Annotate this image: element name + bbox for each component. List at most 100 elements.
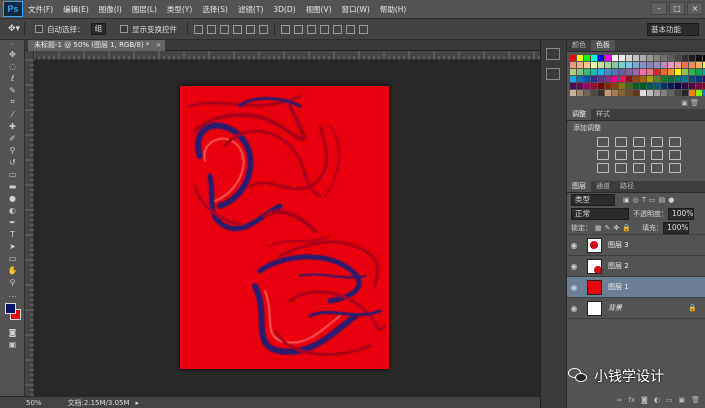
screen-mode-icon[interactable]: ▣ (0, 338, 25, 350)
color-swatch[interactable] (696, 90, 702, 96)
blend-mode-dropdown[interactable]: 正常 (571, 208, 629, 220)
color-swatch[interactable] (668, 90, 674, 96)
tab-color[interactable]: 颜色 (567, 40, 591, 51)
color-swatch[interactable] (661, 83, 667, 89)
color-swatch[interactable] (633, 62, 639, 68)
clone-stamp-icon[interactable]: ⚲ (0, 144, 25, 156)
layer-name[interactable]: 图层 3 (608, 240, 705, 250)
color-swatch[interactable] (577, 55, 583, 61)
minimize-button[interactable]: – (651, 2, 667, 15)
color-swatch[interactable] (675, 83, 681, 89)
color-swatch[interactable] (661, 62, 667, 68)
gradient-tool-icon[interactable]: ▬ (0, 180, 25, 192)
color-swatch[interactable] (654, 83, 660, 89)
path-select-tool-icon[interactable]: ➤ (0, 240, 25, 252)
color-swatch[interactable] (640, 55, 646, 61)
invert-icon[interactable] (597, 163, 609, 173)
tab-adjustments[interactable]: 调整 (567, 109, 591, 120)
color-swatch[interactable] (654, 62, 660, 68)
color-swatch[interactable] (612, 55, 618, 61)
color-swatch[interactable] (584, 90, 590, 96)
color-swatch[interactable] (626, 83, 632, 89)
color-swatch[interactable] (619, 62, 625, 68)
color-swatch[interactable] (577, 62, 583, 68)
color-swatch[interactable] (696, 55, 702, 61)
marquee-tool-icon[interactable]: ◌ (0, 60, 25, 72)
show-transform-checkbox[interactable] (120, 25, 129, 33)
color-swatch[interactable] (591, 69, 597, 75)
color-swatch[interactable] (612, 90, 618, 96)
color-swatch[interactable] (654, 55, 660, 61)
color-swatch[interactable] (682, 69, 688, 75)
quick-select-tool-icon[interactable]: ✎ (0, 84, 25, 96)
color-swatch[interactable] (647, 76, 653, 82)
color-swatch[interactable] (647, 62, 653, 68)
distribute-vcenter-icon[interactable] (294, 24, 304, 34)
vibrance-icon[interactable] (669, 137, 681, 147)
document-info[interactable]: 文档:2.15M/3.05M (68, 398, 130, 408)
brush-tool-icon[interactable]: ✐ (0, 132, 25, 144)
color-swatch[interactable] (626, 90, 632, 96)
color-swatch[interactable] (619, 76, 625, 82)
auto-align-icon[interactable] (359, 24, 369, 34)
color-swatch[interactable] (689, 69, 695, 75)
selective-color-icon[interactable] (669, 163, 681, 173)
color-swatch[interactable] (675, 76, 681, 82)
color-swatch[interactable] (682, 55, 688, 61)
color-swatch[interactable] (647, 83, 653, 89)
menu-select[interactable]: 选择(S) (197, 4, 233, 15)
exposure-icon[interactable] (651, 137, 663, 147)
color-swatch[interactable] (605, 90, 611, 96)
eraser-tool-icon[interactable]: ▭ (0, 168, 25, 180)
lock-icons[interactable]: ▦✎✥🔒 (595, 224, 634, 232)
color-swatch[interactable] (591, 90, 597, 96)
color-swatch[interactable] (661, 76, 667, 82)
color-swatch[interactable] (619, 55, 625, 61)
type-tool-icon[interactable]: T (0, 228, 25, 240)
link-layers-icon[interactable]: ∞ (617, 396, 623, 406)
color-swatch[interactable] (633, 76, 639, 82)
menu-window[interactable]: 窗口(W) (337, 4, 375, 15)
color-swatch[interactable] (682, 83, 688, 89)
color-swatch[interactable] (689, 90, 695, 96)
posterize-icon[interactable] (615, 163, 627, 173)
color-swatch[interactable] (570, 69, 576, 75)
color-swatch[interactable] (675, 69, 681, 75)
tab-channels[interactable]: 通道 (591, 181, 615, 192)
foreground-color-swatch[interactable] (5, 303, 16, 314)
color-swatch[interactable] (633, 83, 639, 89)
shape-tool-icon[interactable]: ▭ (0, 252, 25, 264)
color-swatch[interactable] (591, 76, 597, 82)
color-swatch[interactable] (619, 90, 625, 96)
tab-swatches[interactable]: 色板 (591, 40, 615, 51)
hand-tool-icon[interactable]: ✋ (0, 264, 25, 276)
color-swatch[interactable] (605, 83, 611, 89)
photo-filter-icon[interactable] (651, 150, 663, 160)
color-swatch[interactable] (605, 62, 611, 68)
color-swatch[interactable] (661, 69, 667, 75)
vertical-ruler[interactable] (25, 51, 34, 396)
new-adjustment-icon[interactable]: ◐ (654, 396, 660, 406)
color-swatch[interactable] (633, 69, 639, 75)
color-swatch[interactable] (619, 69, 625, 75)
artboard-canvas[interactable] (180, 86, 389, 369)
menu-view[interactable]: 视图(V) (301, 4, 337, 15)
color-balance-icon[interactable] (615, 150, 627, 160)
color-swatch[interactable] (605, 76, 611, 82)
color-swatch[interactable] (675, 62, 681, 68)
color-swatch[interactable] (619, 83, 625, 89)
zoom-tool-icon[interactable]: ⚲ (0, 276, 25, 288)
color-swatch[interactable] (570, 83, 576, 89)
color-swatch[interactable] (584, 69, 590, 75)
brightness-contrast-icon[interactable] (597, 137, 609, 147)
color-swatch[interactable] (640, 69, 646, 75)
distribute-hcenter-icon[interactable] (333, 24, 343, 34)
levels-icon[interactable] (615, 137, 627, 147)
color-swatch[interactable] (570, 76, 576, 82)
align-left-icon[interactable] (233, 24, 243, 34)
gradient-map-icon[interactable] (651, 163, 663, 173)
new-layer-icon[interactable]: ▣ (678, 396, 685, 406)
opacity-field[interactable]: 100% (668, 208, 694, 220)
color-swatch[interactable] (668, 62, 674, 68)
color-swatch[interactable] (626, 55, 632, 61)
